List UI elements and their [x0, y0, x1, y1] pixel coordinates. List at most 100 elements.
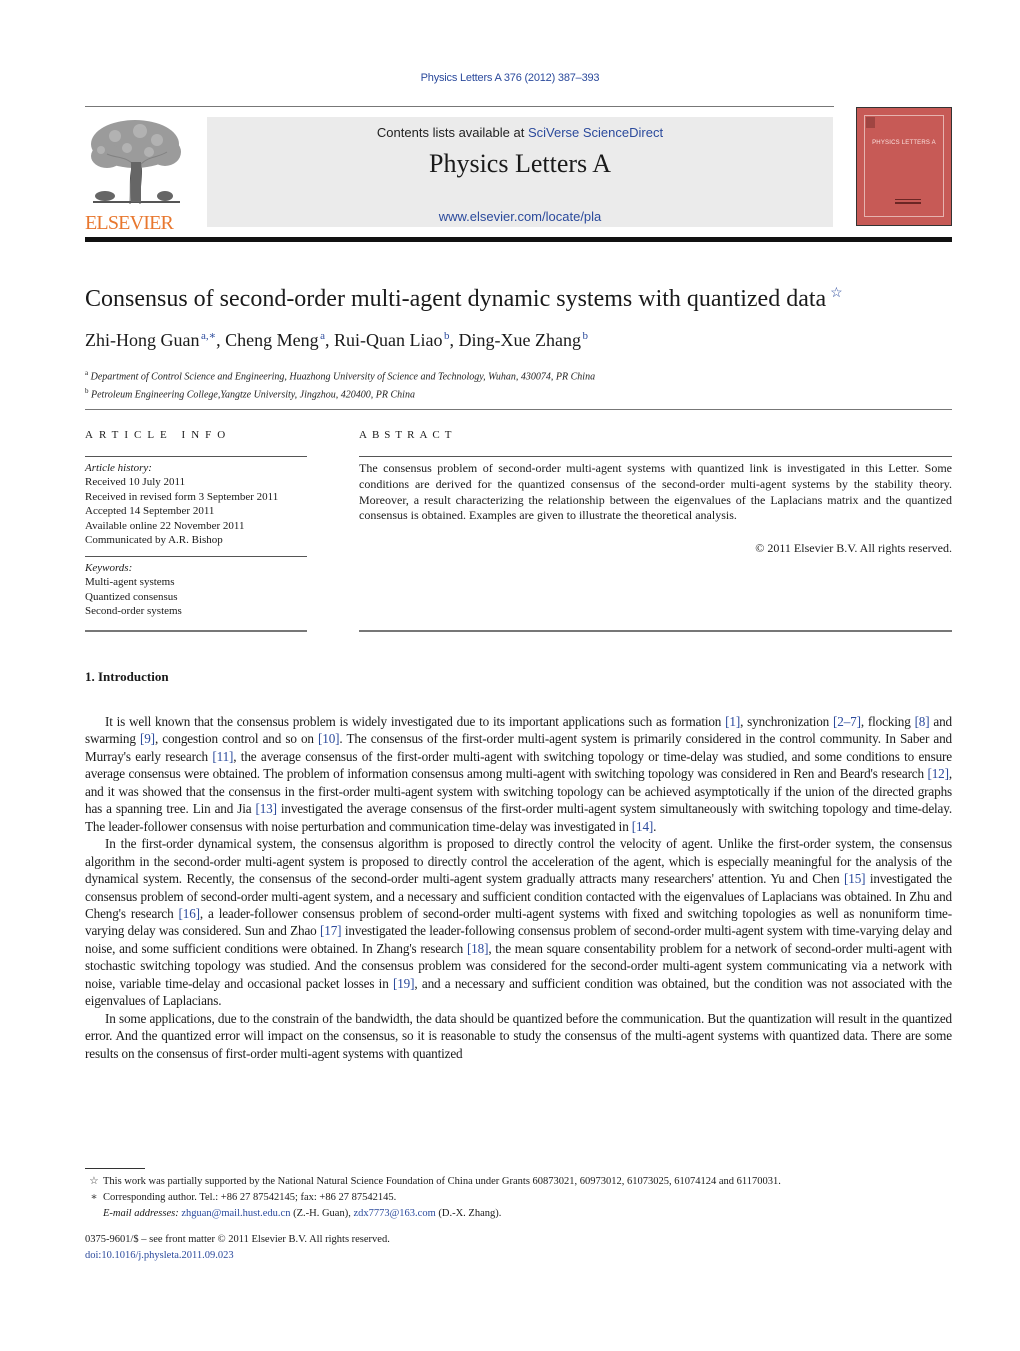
footnote-asterisk-icon: ∗: [90, 1192, 98, 1203]
intro-paragraph: In some applications, due to the constra…: [85, 1010, 952, 1062]
affiliation-item: b Petroleum Engineering College,Yangtze …: [85, 384, 595, 402]
author-affiliation-mark[interactable]: a,∗: [201, 330, 216, 342]
citation-link[interactable]: [1]: [725, 714, 740, 729]
citation-link[interactable]: [8]: [915, 714, 930, 729]
section-heading: 1. Introduction: [85, 669, 169, 684]
abstract-rule: [359, 630, 952, 632]
affiliation-mark: a: [85, 369, 89, 377]
cover-footer-line: [895, 199, 921, 200]
history-item: Accepted 14 September 2011: [85, 505, 215, 518]
footnote-star-icon: ☆: [89, 1176, 99, 1187]
introduction-body: It is well known that the consensus prob…: [85, 713, 952, 1062]
contents-prefix: Contents lists available at: [376, 125, 528, 140]
abstract-rule: [359, 456, 952, 457]
citation-link[interactable]: [14]: [632, 819, 654, 834]
journal-reference-link[interactable]: Physics Letters A 376 (2012) 387–393: [0, 72, 1020, 84]
cover-title: PHYSICS LETTERS A: [872, 140, 936, 146]
history-item: Available online 22 November 2011: [85, 519, 245, 532]
citation-link[interactable]: [13]: [255, 801, 277, 816]
intro-paragraph: In the first-order dynamical system, the…: [85, 835, 952, 1010]
affiliation-text: Petroleum Engineering College,Yangtze Un…: [91, 389, 415, 401]
email-owner: (D.-X. Zhang).: [435, 1208, 502, 1219]
citation-link[interactable]: [19]: [393, 976, 415, 991]
author-list: Zhi-Hong Guan a,∗, Cheng Meng a, Rui-Qua…: [85, 330, 589, 350]
citation-link[interactable]: [2–7]: [833, 714, 861, 729]
author-name[interactable]: Zhi-Hong Guan: [85, 330, 199, 350]
citation-link[interactable]: [12]: [927, 766, 949, 781]
email-link[interactable]: zhguan@mail.hust.edu.cn: [181, 1208, 290, 1219]
article-title-text: Consensus of second-order multi-agent dy…: [85, 286, 827, 312]
email-label: E-mail addresses:: [103, 1208, 179, 1219]
intro-paragraph: It is well known that the consensus prob…: [85, 713, 952, 835]
journal-url-link[interactable]: www.elsevier.com/locate/pla: [207, 209, 833, 224]
article-info-heading: ARTICLE INFO: [85, 429, 232, 441]
keyword-item: Second-order systems: [85, 605, 182, 618]
affiliation-rule: [85, 409, 952, 410]
keyword-item: Quantized consensus: [85, 590, 178, 603]
keywords: Keywords: Multi-agent systems Quantized …: [85, 561, 315, 619]
contents-line: Contents lists available at SciVerse Sci…: [207, 125, 833, 140]
author-affiliation-mark[interactable]: a: [320, 330, 325, 342]
affiliations: a Department of Control Science and Engi…: [85, 366, 595, 403]
paragraph-text: , synchronization: [740, 714, 834, 729]
front-matter-text: 0375-9601/$ – see front matter © 2011 El…: [85, 1234, 390, 1245]
citation-link[interactable]: [16]: [179, 906, 201, 921]
elsevier-tree-icon: [91, 120, 181, 205]
affiliation-item: a Department of Control Science and Engi…: [85, 366, 595, 384]
funding-text: This work was partially supported by the…: [103, 1176, 781, 1187]
citation-link[interactable]: [17]: [320, 923, 342, 938]
author-name[interactable]: Ding-Xue Zhang: [459, 330, 581, 350]
citation-link[interactable]: [10]: [318, 731, 340, 746]
author-name[interactable]: Cheng Meng: [225, 330, 319, 350]
paragraph-text: , congestion control and so on: [154, 731, 319, 747]
abstract-heading: ABSTRACT: [359, 429, 457, 441]
email-link[interactable]: zdx7773@163.com: [353, 1208, 435, 1219]
paragraph-text: In some applications, due to the constra…: [85, 1010, 952, 1061]
author-affiliation-mark[interactable]: b: [583, 330, 589, 342]
article-history-label: Article history:: [85, 462, 152, 474]
abstract-text: The consensus problem of second-order mu…: [359, 461, 952, 523]
paragraph-text: It is well known that the consensus prob…: [105, 714, 726, 729]
author-affiliation-mark[interactable]: b: [444, 330, 450, 342]
elsevier-wordmark: ELSEVIER: [85, 212, 174, 234]
paragraph-text: .: [653, 818, 657, 834]
header-rule: [85, 106, 834, 107]
cover-frame: PHYSICS LETTERS A: [864, 115, 944, 217]
article-info-rule: [85, 556, 307, 557]
corresponding-text: Corresponding author. Tel.: +86 27 87542…: [103, 1192, 397, 1203]
citation-link[interactable]: [11]: [212, 749, 233, 764]
copyright-block: 0375-9601/$ – see front matter © 2011 El…: [85, 1232, 390, 1264]
doi-link[interactable]: doi:10.1016/j.physleta.2011.09.023: [85, 1248, 390, 1264]
affiliation-mark: b: [85, 387, 89, 396]
article-title: Consensus of second-order multi-agent dy…: [85, 285, 843, 313]
corresponding-footnote: ∗ Corresponding author. Tel.: +86 27 8754…: [85, 1190, 965, 1206]
email-owner: (Z.-H. Guan),: [290, 1208, 354, 1219]
keyword-item: Multi-agent systems: [85, 576, 175, 589]
citation-link[interactable]: [18]: [467, 941, 489, 956]
email-footnote: E-mail addresses: zhguan@mail.hust.edu.c…: [85, 1206, 965, 1222]
author-name[interactable]: Rui-Quan Liao: [334, 330, 442, 350]
sciencedirect-link[interactable]: SciVerse ScienceDirect: [528, 125, 663, 140]
title-footnote-star-icon[interactable]: ☆: [830, 286, 843, 301]
header-thick-rule: [85, 237, 952, 242]
funding-footnote: ☆ This work was partially supported by th…: [85, 1174, 965, 1190]
paragraph-text: In the first-order dynamical system, the…: [85, 836, 952, 887]
paragraph-text: , flocking: [860, 714, 915, 729]
article-history: Article history: Received 10 July 2011 R…: [85, 461, 315, 547]
keywords-label: Keywords:: [85, 562, 133, 574]
cover-footer-line: [895, 202, 921, 204]
journal-banner: Contents lists available at SciVerse Sci…: [207, 117, 833, 227]
affiliation-text: Department of Control Science and Engine…: [90, 371, 596, 383]
history-item: Received 10 July 2011: [85, 476, 186, 489]
article-info-rule: [85, 630, 307, 632]
citation-link[interactable]: [15]: [844, 871, 866, 886]
article-info-rule: [85, 456, 307, 457]
journal-title: Physics Letters A: [429, 149, 611, 178]
history-item: Communicated by A.R. Bishop: [85, 534, 223, 547]
cover-badge-icon: [866, 117, 875, 128]
footnote-rule: [85, 1168, 145, 1169]
elsevier-logo[interactable]: ELSEVIER: [85, 116, 185, 233]
journal-cover-thumbnail[interactable]: PHYSICS LETTERS A: [856, 107, 952, 226]
abstract-copyright: © 2011 Elsevier B.V. All rights reserved…: [755, 541, 952, 555]
citation-link[interactable]: [9]: [140, 731, 155, 746]
